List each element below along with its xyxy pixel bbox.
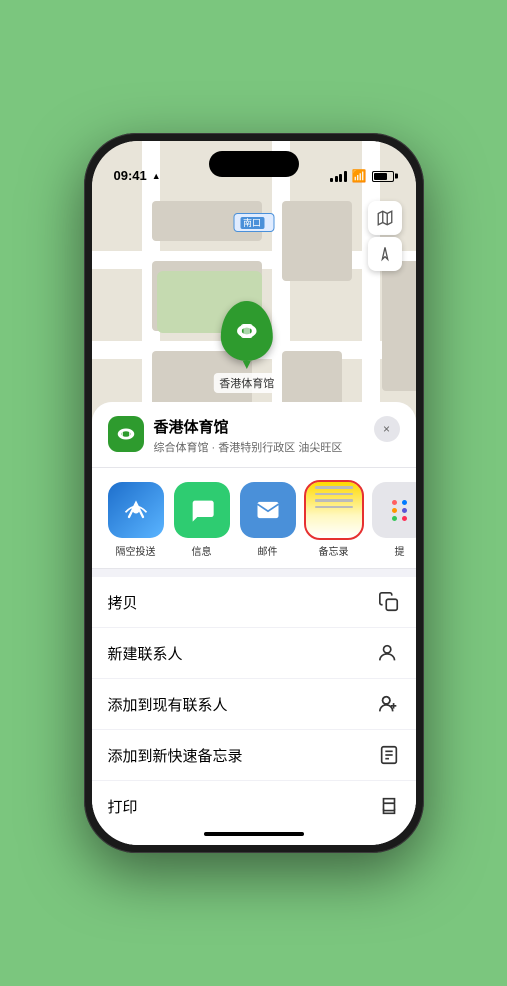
home-indicator bbox=[204, 832, 304, 836]
action-copy[interactable]: 拷贝 bbox=[92, 577, 416, 628]
action-quick-note[interactable]: 添加到新快速备忘录 bbox=[92, 730, 416, 781]
map-controls bbox=[368, 201, 402, 271]
action-new-contact[interactable]: 新建联系人 bbox=[92, 628, 416, 679]
signal-icon bbox=[330, 171, 347, 182]
stadium-marker[interactable]: 香港体育馆 bbox=[213, 301, 280, 393]
mail-icon bbox=[240, 482, 296, 538]
person-plus-icon bbox=[378, 693, 400, 715]
share-more[interactable]: 提 bbox=[372, 482, 416, 558]
print-label: 打印 bbox=[108, 796, 138, 817]
airdrop-label: 隔空投送 bbox=[116, 543, 156, 558]
more-icon bbox=[372, 482, 416, 538]
phone-screen: 09:41 ▲ 📶 bbox=[92, 141, 416, 845]
action-print[interactable]: 打印 bbox=[92, 781, 416, 823]
note-icon bbox=[378, 744, 400, 766]
status-icons: 📶 bbox=[330, 169, 393, 183]
marker-pin bbox=[221, 301, 273, 361]
notes-label: 备忘录 bbox=[319, 543, 349, 558]
notes-icon bbox=[306, 482, 362, 538]
share-messages[interactable]: 信息 bbox=[174, 482, 230, 558]
location-button[interactable] bbox=[368, 237, 402, 271]
add-existing-label: 添加到现有联系人 bbox=[108, 694, 228, 715]
location-name: 香港体育馆 bbox=[154, 416, 364, 437]
messages-icon bbox=[174, 482, 230, 538]
gate-label: 南口 南口 bbox=[233, 213, 274, 232]
messages-label: 信息 bbox=[192, 543, 212, 558]
copy-label: 拷贝 bbox=[108, 592, 138, 613]
location-header: 香港体育馆 综合体育馆 · 香港特别行政区 油尖旺区 × bbox=[92, 402, 416, 468]
airdrop-icon bbox=[108, 482, 164, 538]
location-icon-wrap bbox=[108, 416, 144, 452]
share-airdrop[interactable]: 隔空投送 bbox=[108, 482, 164, 558]
mail-label: 邮件 bbox=[258, 543, 278, 558]
stadium-marker-label: 香港体育馆 bbox=[213, 373, 280, 393]
share-actions-row: 隔空投送 信息 bbox=[92, 468, 416, 569]
copy-icon bbox=[378, 591, 400, 613]
share-notes[interactable]: 备忘录 bbox=[306, 482, 362, 558]
map-type-button[interactable] bbox=[368, 201, 402, 235]
location-info: 香港体育馆 综合体育馆 · 香港特别行政区 油尖旺区 bbox=[154, 416, 364, 455]
quick-note-label: 添加到新快速备忘录 bbox=[108, 745, 243, 766]
person-add-icon bbox=[378, 642, 400, 664]
bottom-sheet: 香港体育馆 综合体育馆 · 香港特别行政区 油尖旺区 × bbox=[92, 402, 416, 845]
more-label: 提 bbox=[395, 543, 405, 558]
location-arrow-icon: ▲ bbox=[152, 171, 161, 181]
status-time: 09:41 ▲ bbox=[114, 168, 161, 183]
battery-icon bbox=[372, 171, 394, 182]
phone-frame: 09:41 ▲ 📶 bbox=[84, 133, 424, 853]
action-add-existing[interactable]: 添加到现有联系人 bbox=[92, 679, 416, 730]
location-desc: 综合体育馆 · 香港特别行政区 油尖旺区 bbox=[154, 439, 364, 455]
dynamic-island bbox=[209, 151, 299, 177]
close-button[interactable]: × bbox=[374, 416, 400, 442]
wifi-icon: 📶 bbox=[352, 169, 367, 183]
action-list: 拷贝 新建联系人 添加到现有联系人 bbox=[92, 577, 416, 823]
printer-icon bbox=[378, 795, 400, 817]
new-contact-label: 新建联系人 bbox=[108, 643, 183, 664]
share-mail[interactable]: 邮件 bbox=[240, 482, 296, 558]
